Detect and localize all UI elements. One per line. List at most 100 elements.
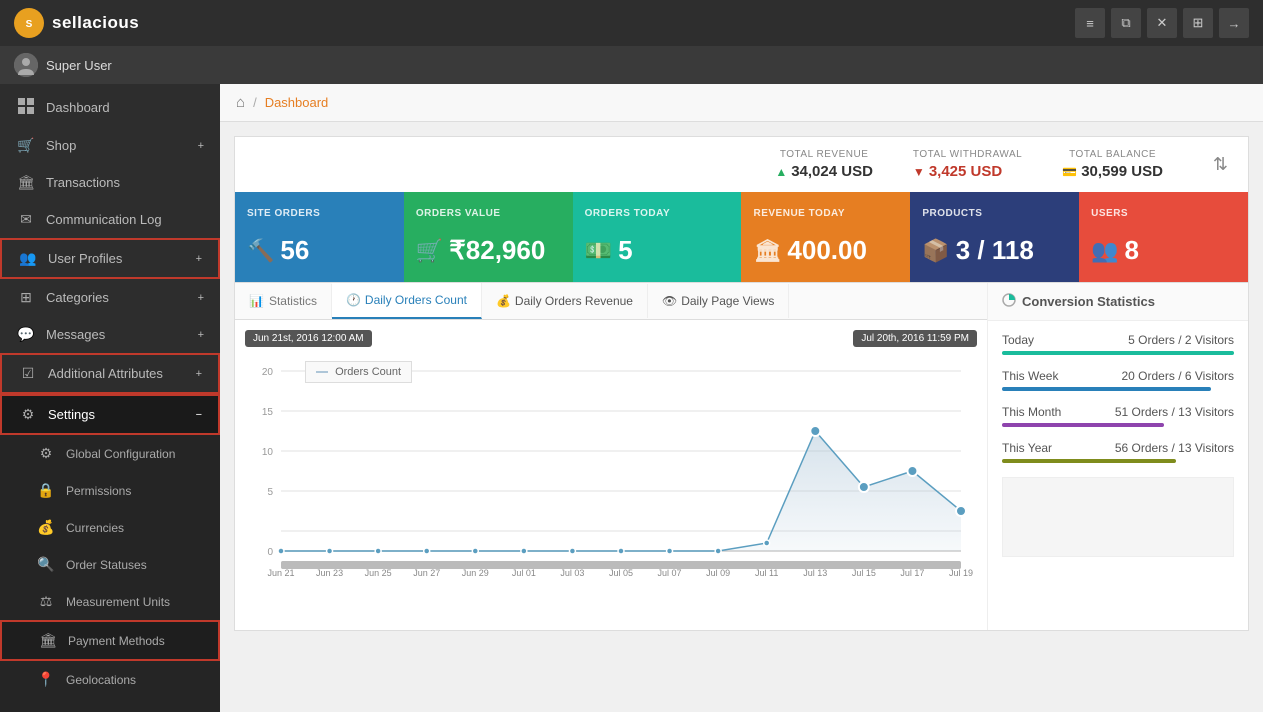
orders-today-label: ORDERS TODAY	[585, 208, 730, 219]
orders-value-label: ORDERS VALUE	[416, 208, 561, 219]
userprofiles-expand-icon: +	[196, 253, 202, 265]
svg-text:Jun 27: Jun 27	[413, 568, 440, 578]
conv-bar-month	[1002, 423, 1164, 427]
settings-label: Settings	[48, 407, 95, 422]
sidebar-item-shop[interactable]: 🛒 Shop +	[0, 127, 220, 164]
content-area: ⌂ / Dashboard TOTAL REVENUE ▲ 34,024 USD…	[220, 84, 1263, 712]
revenue-today-label: REVENUE TODAY	[753, 208, 898, 219]
username: Super User	[46, 58, 112, 73]
sidebar-item-userprofiles[interactable]: 👥 User Profiles +	[0, 238, 220, 279]
messages-label: Messages	[46, 327, 105, 342]
categories-icon: ⊞	[16, 289, 36, 306]
conv-month-value: 51 Orders / 13 Visitors	[1115, 405, 1234, 419]
home-icon[interactable]: ⌂	[236, 94, 245, 111]
clock-icon: 🕐	[346, 293, 361, 307]
orderstatuses-icon: 🔍	[36, 556, 56, 573]
tab-daily-orders-revenue[interactable]: 💰 Daily Orders Revenue	[482, 284, 648, 318]
expand-button[interactable]: ⊞	[1183, 8, 1213, 38]
chart-right: Conversion Statistics Today 5 Orders / 2…	[988, 283, 1248, 630]
measurement-label: Measurement Units	[66, 595, 170, 609]
coin-icon: 💰	[496, 294, 511, 308]
settings-icon: ⚙	[18, 406, 38, 423]
userprofiles-icon: 👥	[18, 250, 38, 267]
logout-button[interactable]: →	[1219, 8, 1249, 38]
chart-date-end: Jul 20th, 2016 11:59 PM	[853, 330, 977, 347]
sidebar-item-permissions[interactable]: 🔒 Permissions	[0, 472, 220, 509]
total-withdrawal-label: TOTAL WITHDRAWAL	[913, 149, 1022, 160]
stat-box-site-orders: SITE ORDERS 🔨 56	[235, 192, 404, 282]
sidebar-item-categories[interactable]: ⊞ Categories +	[0, 279, 220, 316]
total-balance-label: TOTAL BALANCE	[1062, 149, 1163, 160]
sidebar-item-transactions[interactable]: 🏛 Transactions	[0, 164, 220, 201]
tab-daily-orders-count[interactable]: 🕐 Daily Orders Count	[332, 283, 482, 319]
shop-label: Shop	[46, 138, 76, 153]
sidebar-item-settings[interactable]: ⚙ Settings −	[0, 394, 220, 435]
conversion-title: Conversion Statistics	[988, 283, 1248, 321]
stat-box-revenue-today: REVENUE TODAY 🏛 400.00	[741, 192, 910, 282]
conv-row-year: This Year 56 Orders / 13 Visitors	[1002, 441, 1234, 463]
menu-button[interactable]: ≡	[1075, 8, 1105, 38]
sidebar-item-orderstatuses[interactable]: 🔍 Order Statuses	[0, 546, 220, 583]
svg-text:0: 0	[267, 547, 273, 558]
svg-text:Jul 01: Jul 01	[512, 568, 536, 578]
sidebar-item-geolocations[interactable]: 📍 Geolocations	[0, 661, 220, 698]
conv-row-month: This Month 51 Orders / 13 Visitors	[1002, 405, 1234, 427]
shop-expand-icon: +	[198, 140, 204, 152]
sidebar-item-currencies[interactable]: 💰 Currencies	[0, 509, 220, 546]
pie-icon	[1002, 293, 1016, 310]
main-layout: Dashboard 🛒 Shop + 🏛 Transactions ✉ Comm…	[0, 84, 1263, 712]
svg-text:15: 15	[262, 407, 274, 418]
orders-count-chart: 20 15 10 5 0	[245, 351, 977, 591]
sidebar-item-payment[interactable]: 🏛 Payment Methods	[0, 620, 220, 661]
sidebar-item-attributes[interactable]: ☑ Additional Attributes +	[0, 353, 220, 394]
currencies-label: Currencies	[66, 521, 124, 535]
logo-text: sellacious	[52, 13, 139, 33]
sidebar-item-measurement[interactable]: ⚖ Measurement Units	[0, 583, 220, 620]
sidebar: Dashboard 🛒 Shop + 🏛 Transactions ✉ Comm…	[0, 84, 220, 712]
users-value: 👥 8	[1091, 235, 1236, 266]
joomla-button[interactable]: ✕	[1147, 8, 1177, 38]
settings-submenu: ⚙ Global Configuration 🔒 Permissions 💰 C…	[0, 435, 220, 712]
total-revenue-value: ▲ 34,024 USD	[775, 163, 873, 180]
payment-icon: 🏛	[38, 632, 58, 649]
stat-box-orders-today: ORDERS TODAY 💵 5	[573, 192, 742, 282]
site-orders-icon: 🔨	[247, 238, 274, 264]
conv-year-value: 56 Orders / 13 Visitors	[1115, 441, 1234, 455]
sidebar-item-dashboard[interactable]: Dashboard	[0, 88, 220, 127]
svg-text:Jul 09: Jul 09	[706, 568, 730, 578]
chart-date-range: Jun 21st, 2016 12:00 AM Jul 20th, 2016 1…	[245, 330, 977, 347]
breadcrumb-separator: /	[253, 95, 257, 110]
chart-area: Jun 21st, 2016 12:00 AM Jul 20th, 2016 1…	[235, 320, 987, 630]
svg-text:Jun 25: Jun 25	[365, 568, 392, 578]
users-label: USERS	[1091, 208, 1236, 219]
attributes-expand-icon: +	[196, 368, 202, 380]
svg-text:Jun 23: Jun 23	[316, 568, 343, 578]
payment-label: Payment Methods	[68, 634, 165, 648]
svg-text:10: 10	[262, 447, 274, 458]
conv-month-label: This Month	[1002, 405, 1061, 419]
userprofiles-label: User Profiles	[48, 251, 122, 266]
dashboard-label: Dashboard	[46, 100, 110, 115]
sort-icon[interactable]: ⇅	[1213, 154, 1228, 175]
total-withdrawal-value: ▼ 3,425 USD	[913, 163, 1022, 180]
categories-label: Categories	[46, 290, 109, 305]
revenue-today-icon: 🏛	[753, 238, 781, 264]
svg-text:20: 20	[262, 367, 274, 378]
conv-year-label: This Year	[1002, 441, 1052, 455]
sidebar-item-globalconfig[interactable]: ⚙ Global Configuration	[0, 435, 220, 472]
userbar: Super User	[0, 46, 1263, 84]
tab-daily-page-views[interactable]: 👁 Daily Page Views	[648, 284, 789, 318]
svg-text:Jul 13: Jul 13	[803, 568, 827, 578]
svg-text:5: 5	[267, 487, 273, 498]
topbar: S sellacious ≡ ⧉ ✕ ⊞ →	[0, 0, 1263, 46]
sidebar-item-communication[interactable]: ✉ Communication Log	[0, 201, 220, 238]
chart-legend: Orders Count	[305, 361, 412, 383]
sidebar-item-messages[interactable]: 💬 Messages +	[0, 316, 220, 353]
new-window-button[interactable]: ⧉	[1111, 8, 1141, 38]
site-orders-value: 🔨 56	[247, 235, 392, 266]
orders-value-value: 🛒 ₹82,960	[416, 235, 561, 266]
globalconfig-icon: ⚙	[36, 445, 56, 462]
permissions-label: Permissions	[66, 484, 131, 498]
stat-box-products: PRODUCTS 📦 3 / 118	[910, 192, 1079, 282]
sidebar-item-emailtemplates[interactable]: ✉ Email Templates	[0, 698, 220, 712]
